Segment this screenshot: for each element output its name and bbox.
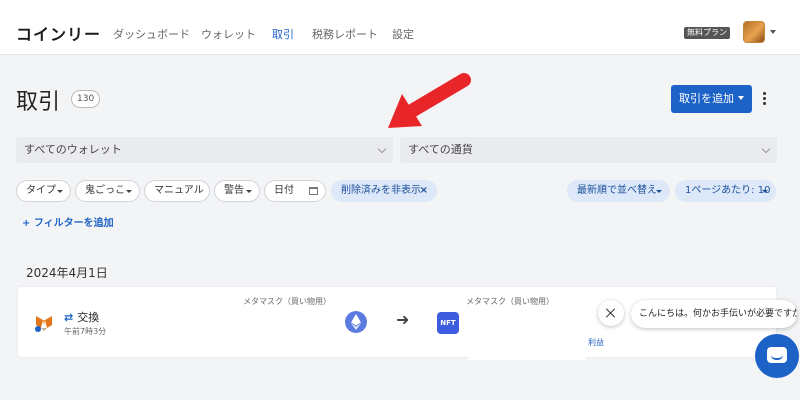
transaction-type: ⇄ 交換 [64, 309, 99, 325]
chat-launcher-button[interactable] [755, 334, 799, 378]
currency-select-value: すべての通貨 [408, 143, 473, 156]
chevron-down-icon [377, 144, 387, 154]
add-transaction-label: 取引を追加 [679, 92, 734, 105]
tag-filter-chip[interactable]: 鬼ごっこ [75, 180, 140, 202]
gain-link[interactable]: 利益 [588, 337, 604, 348]
chevron-down-icon [656, 190, 662, 193]
kebab-icon[interactable] [759, 92, 769, 106]
date-filter-label: 日付 [274, 185, 294, 196]
per-page-label: 1ページあたり: 10 [685, 185, 771, 196]
metamask-fox-icon [35, 316, 52, 332]
chat-greeting-bubble[interactable]: こんにちは。何かお手伝いが必要ですか? [631, 300, 797, 328]
fox-avatar-icon[interactable] [743, 21, 765, 43]
wallet-select-value: すべてのウォレット [24, 143, 122, 156]
close-icon[interactable] [598, 300, 624, 326]
redacted-area [468, 310, 586, 360]
warning-filter-label: 警告 [224, 185, 244, 196]
hide-deleted-label: 削除済みを非表示 [341, 185, 421, 196]
red-arrow-icon [388, 73, 471, 128]
nav-tax-reports[interactable]: 税務レポート [312, 26, 378, 42]
arrow-right-icon: ➜ [396, 310, 410, 329]
plan-badge[interactable]: 無料プラン [684, 27, 730, 39]
nav-transactions[interactable]: 取引 [272, 26, 294, 42]
chevron-down-icon [126, 190, 132, 193]
per-page-dropdown[interactable]: 1ページあたり: 10 [675, 180, 776, 202]
type-filter-chip[interactable]: タイプ [16, 180, 71, 202]
date-group-heading: 2024年4月1日 [26, 266, 108, 280]
top-navigation-bar: コインリー ダッシュボード ウォレット 取引 税務レポート 設定 無料プラン [0, 0, 800, 55]
nft-icon: NFT [437, 312, 459, 334]
manual-filter-chip[interactable]: マニュアル [144, 180, 210, 202]
hide-deleted-chip[interactable]: 削除済みを非表示 × [331, 180, 437, 202]
chevron-down-icon [246, 190, 252, 193]
transaction-count-badge: 130 [71, 90, 101, 108]
manual-filter-label: マニュアル [154, 185, 204, 196]
currency-select[interactable]: すべての通貨 [400, 137, 777, 163]
transaction-time: 午前7時3分 [64, 327, 107, 336]
type-filter-label: タイプ [26, 185, 56, 196]
to-wallet-label[interactable]: メタマスク（買い物用） [466, 296, 554, 307]
wallet-select[interactable]: すべてのウォレット [16, 137, 393, 163]
app-logo[interactable]: コインリー [16, 21, 101, 45]
sort-dropdown[interactable]: 最新順で並べ替え [567, 180, 670, 202]
swap-icon: ⇄ [64, 311, 74, 324]
chevron-down-icon [738, 96, 744, 100]
from-wallet-label[interactable]: メタマスク（買い物用） [243, 296, 331, 307]
tag-filter-label: 鬼ごっこ [85, 185, 125, 196]
chevron-down-icon[interactable] [770, 30, 776, 34]
close-icon[interactable]: × [420, 181, 428, 201]
transaction-type-label: 交換 [77, 311, 100, 324]
calendar-icon [309, 187, 318, 195]
add-transaction-button[interactable]: 取引を追加 [671, 85, 752, 113]
page-title: 取引 [16, 90, 61, 115]
chat-icon [767, 347, 787, 363]
add-filter-link[interactable]: + フィルターを追加 [22, 214, 114, 229]
ethereum-icon [345, 311, 367, 333]
chevron-down-icon [762, 190, 768, 193]
sort-label: 最新順で並べ替え [577, 185, 657, 196]
nav-dashboard[interactable]: ダッシュボード [113, 26, 190, 42]
chevron-down-icon [761, 144, 771, 154]
nav-wallets[interactable]: ウォレット [201, 26, 256, 42]
nav-settings[interactable]: 設定 [392, 26, 414, 42]
chevron-down-icon [57, 190, 63, 193]
date-filter-chip[interactable]: 日付 [264, 180, 326, 202]
warning-filter-chip[interactable]: 警告 [214, 180, 260, 202]
